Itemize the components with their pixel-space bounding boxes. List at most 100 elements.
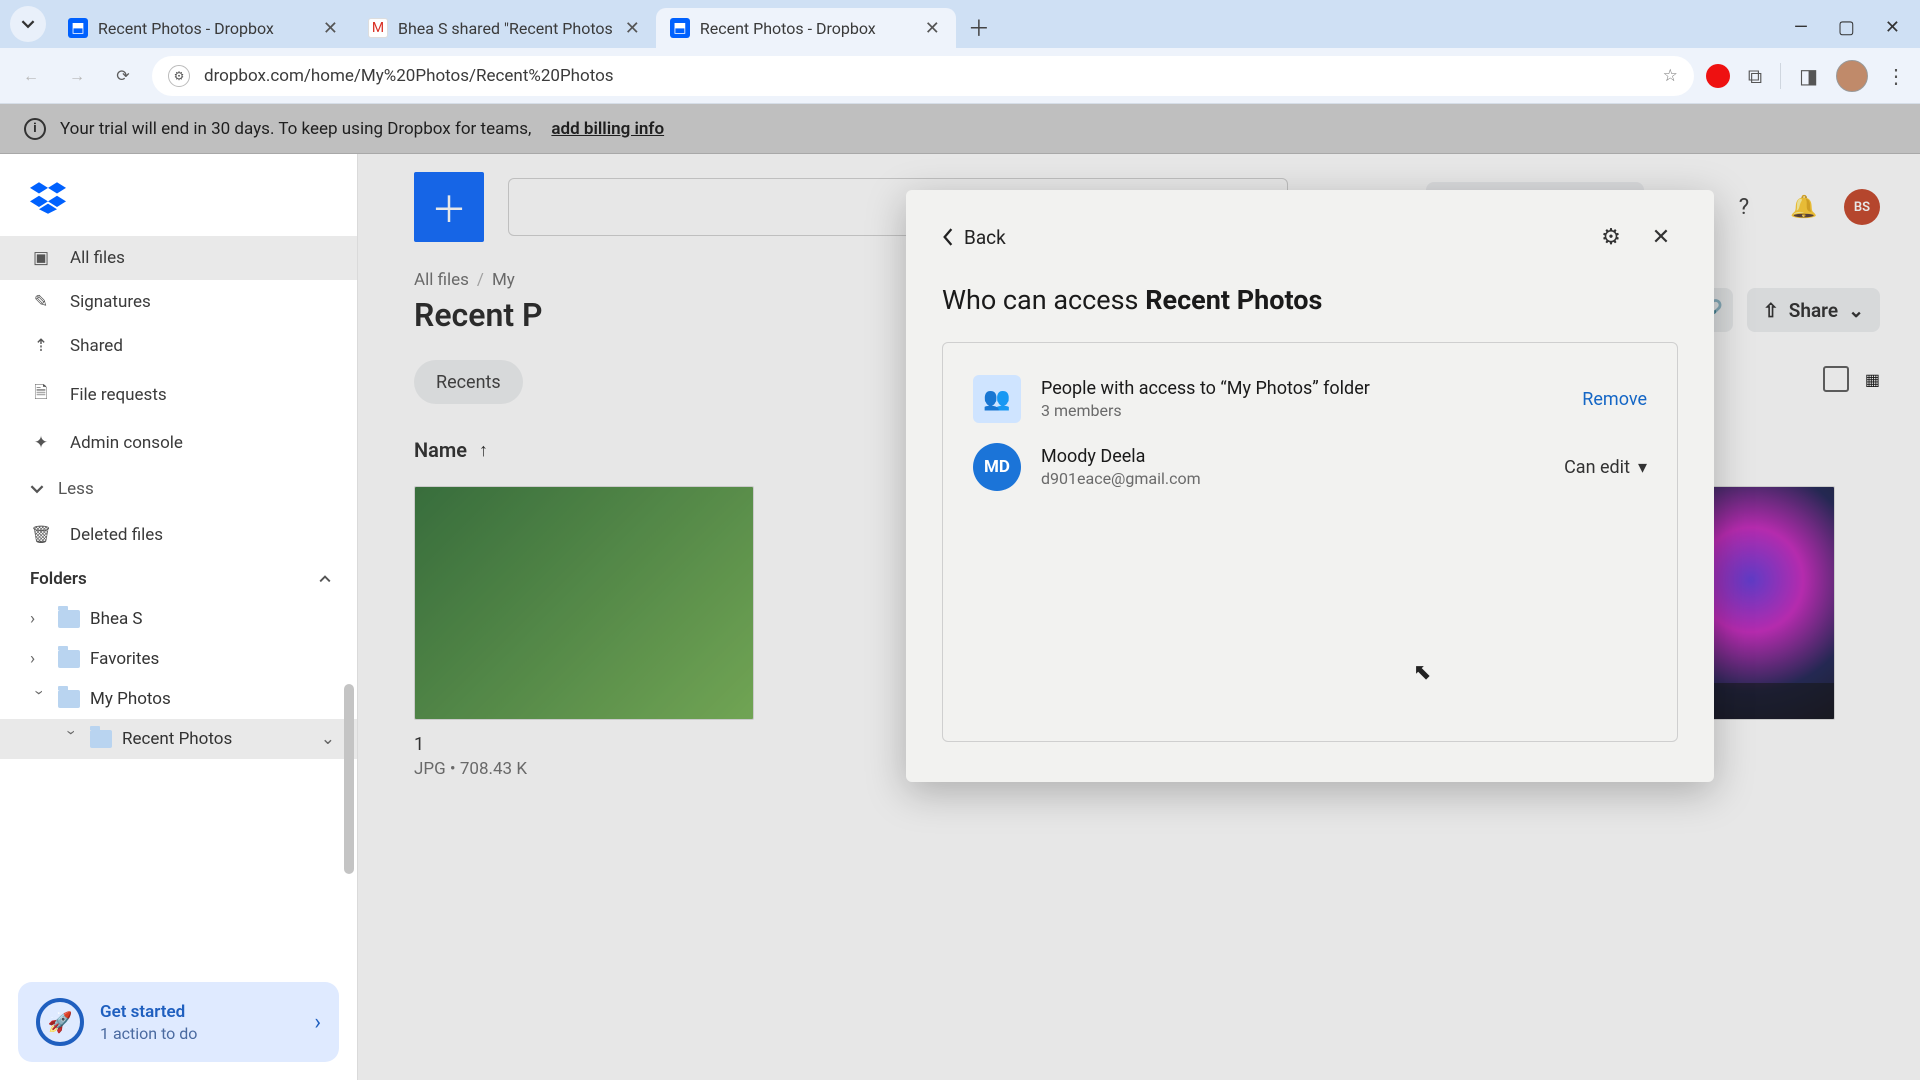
dropbox-favicon: ⬒ (670, 18, 690, 38)
access-list: 👥 People with access to “My Photos” fold… (942, 342, 1678, 742)
extensions-icon[interactable]: ⧉ (1748, 64, 1762, 88)
brand[interactable] (0, 168, 357, 236)
tab-close-icon[interactable]: ✕ (623, 18, 642, 39)
nav-list: ▣ All files ✎ Signatures ⇡Shared 🗎File req… (0, 236, 357, 465)
site-info-icon[interactable]: ⚙ (168, 65, 190, 87)
folder-label: My Photos (90, 689, 171, 709)
sidebar: ▣ All files ✎ Signatures ⇡Shared 🗎File req… (0, 154, 358, 1080)
maximize-icon[interactable]: ▢ (1838, 17, 1855, 38)
bookmark-star-icon[interactable]: ☆ (1663, 66, 1678, 86)
sidebar-item-admin-console[interactable]: ✦ Admin console (0, 421, 357, 465)
sidepanel-icon[interactable]: ◨ (1799, 64, 1818, 88)
admin-icon: ✦ (30, 433, 52, 453)
minimize-icon[interactable]: — (1794, 17, 1808, 38)
folder-icon (58, 690, 80, 708)
folder-bhea-s[interactable]: › Bhea S (0, 599, 357, 639)
folder-favorites[interactable]: › Favorites (0, 639, 357, 679)
gear-icon[interactable]: ⚙ (1594, 220, 1628, 254)
chevron-right-icon: › (30, 609, 48, 629)
modal-title-prefix: Who can access (942, 284, 1145, 316)
folder-icon (90, 730, 112, 748)
tab-search-button[interactable] (10, 6, 46, 42)
browser-tab-0[interactable]: ⬒ Recent Photos - Dropbox ✕ (54, 8, 354, 48)
progress-ring-icon: 🚀 (36, 998, 84, 1046)
shared-icon: ⇡ (30, 336, 52, 356)
sidebar-item-label: File requests (70, 385, 167, 405)
add-billing-link[interactable]: add billing info (551, 119, 664, 139)
get-started-title: Get started (100, 1002, 197, 1022)
back-button[interactable]: Back (942, 226, 1006, 249)
signature-icon: ✎ (30, 292, 52, 312)
main-content: ＋ 👤⁺ Invite members ▦ ? 🔔 BS All files /… (358, 154, 1920, 1080)
nav-forward-button[interactable]: → (60, 59, 94, 93)
sidebar-less-toggle[interactable]: Less (0, 465, 357, 513)
get-started-sub: 1 action to do (100, 1024, 197, 1043)
trial-banner: i Your trial will end in 30 days. To kee… (0, 104, 1920, 154)
modal-header: Back ⚙ ✕ (942, 220, 1678, 254)
chevron-left-icon (942, 228, 954, 246)
remove-link[interactable]: Remove (1582, 389, 1647, 410)
browser-tab-1[interactable]: M Bhea S shared "Recent Photos ✕ (354, 8, 656, 48)
access-modal: Back ⚙ ✕ Who can access Recent Photos 👥 … (906, 190, 1714, 782)
chevron-right-icon: › (30, 649, 48, 669)
caret-down-icon: ▾ (1638, 457, 1647, 478)
chevron-down-icon (21, 17, 35, 31)
tab-close-icon[interactable]: ✕ (321, 18, 340, 39)
folder-label: Favorites (90, 649, 159, 669)
folders-header[interactable]: Folders (0, 557, 357, 599)
reload-button[interactable]: ⟳ (106, 59, 140, 93)
app-root: ▣ All files ✎ Signatures ⇡Shared 🗎File req… (0, 154, 1920, 1080)
nav-back-button[interactable]: ← (14, 59, 48, 93)
sidebar-scrollbar[interactable] (344, 684, 354, 874)
modal-title: Who can access Recent Photos (942, 284, 1678, 316)
member-email: d901eace@gmail.com (1041, 469, 1201, 488)
sidebar-item-deleted[interactable]: 🗑Deleted files (0, 513, 357, 557)
tab-title: Bhea S shared "Recent Photos (398, 19, 613, 38)
folder-icon (58, 650, 80, 668)
dropbox-favicon: ⬒ (68, 18, 88, 38)
folders-header-label: Folders (30, 569, 87, 589)
modal-title-folder: Recent Photos (1145, 284, 1322, 316)
member-avatar: MD (973, 443, 1021, 491)
window-controls: — ▢ ✕ (1794, 17, 1920, 48)
info-icon: i (24, 118, 46, 140)
new-tab-button[interactable]: ＋ (962, 10, 996, 44)
parent-access-title: People with access to “My Photos” folder (1041, 378, 1370, 399)
permission-label: Can edit (1564, 457, 1630, 478)
sidebar-item-label: All files (70, 248, 125, 268)
sidebar-item-label: Signatures (70, 292, 151, 312)
browser-toolbar: ← → ⟳ ⚙ dropbox.com/home/My%20Photos/Rec… (0, 48, 1920, 104)
folder-recent-photos[interactable]: ›Recent Photos⌄ (0, 719, 357, 759)
less-label: Less (58, 479, 94, 499)
folder-label: Bhea S (90, 609, 143, 629)
member-row: MD Moody Deela d901eace@gmail.com Can ed… (967, 433, 1653, 501)
browser-tab-2[interactable]: ⬒ Recent Photos - Dropbox ✕ (656, 8, 956, 48)
permission-dropdown[interactable]: Can edit ▾ (1564, 457, 1647, 478)
chevron-right-icon: › (314, 1010, 321, 1035)
separator (1780, 63, 1781, 89)
folder-more-icon[interactable]: ⌄ (321, 729, 335, 749)
extension-adblock-icon[interactable] (1706, 64, 1730, 88)
sidebar-item-all-files[interactable]: ▣ All files (0, 236, 357, 280)
parent-folder-access-row: 👥 People with access to “My Photos” fold… (967, 365, 1653, 433)
close-window-icon[interactable]: ✕ (1885, 17, 1900, 38)
kebab-menu-icon[interactable]: ⋮ (1886, 64, 1906, 88)
folder-my-photos[interactable]: ›My Photos (0, 679, 357, 719)
files-icon: ▣ (30, 248, 52, 268)
close-icon[interactable]: ✕ (1644, 220, 1678, 254)
folder-label: Recent Photos (122, 729, 232, 749)
get-started-card[interactable]: 🚀 Get started 1 action to do › (18, 982, 339, 1062)
sidebar-item-file-requests[interactable]: 🗎File requests (0, 368, 357, 421)
profile-avatar[interactable] (1836, 60, 1868, 92)
sidebar-item-shared[interactable]: ⇡Shared (0, 324, 357, 368)
sidebar-item-signatures[interactable]: ✎ Signatures (0, 280, 357, 324)
sidebar-item-label: Admin console (70, 433, 183, 453)
address-bar[interactable]: ⚙ dropbox.com/home/My%20Photos/Recent%20… (152, 56, 1694, 96)
tab-title: Recent Photos - Dropbox (700, 19, 913, 38)
tab-close-icon[interactable]: ✕ (923, 18, 942, 39)
gmail-favicon: M (368, 18, 388, 38)
dropbox-logo-icon (30, 182, 66, 214)
url-text: dropbox.com/home/My%20Photos/Recent%20Ph… (204, 66, 614, 86)
member-name: Moody Deela (1041, 446, 1201, 467)
sidebar-item-label: Deleted files (70, 525, 163, 545)
